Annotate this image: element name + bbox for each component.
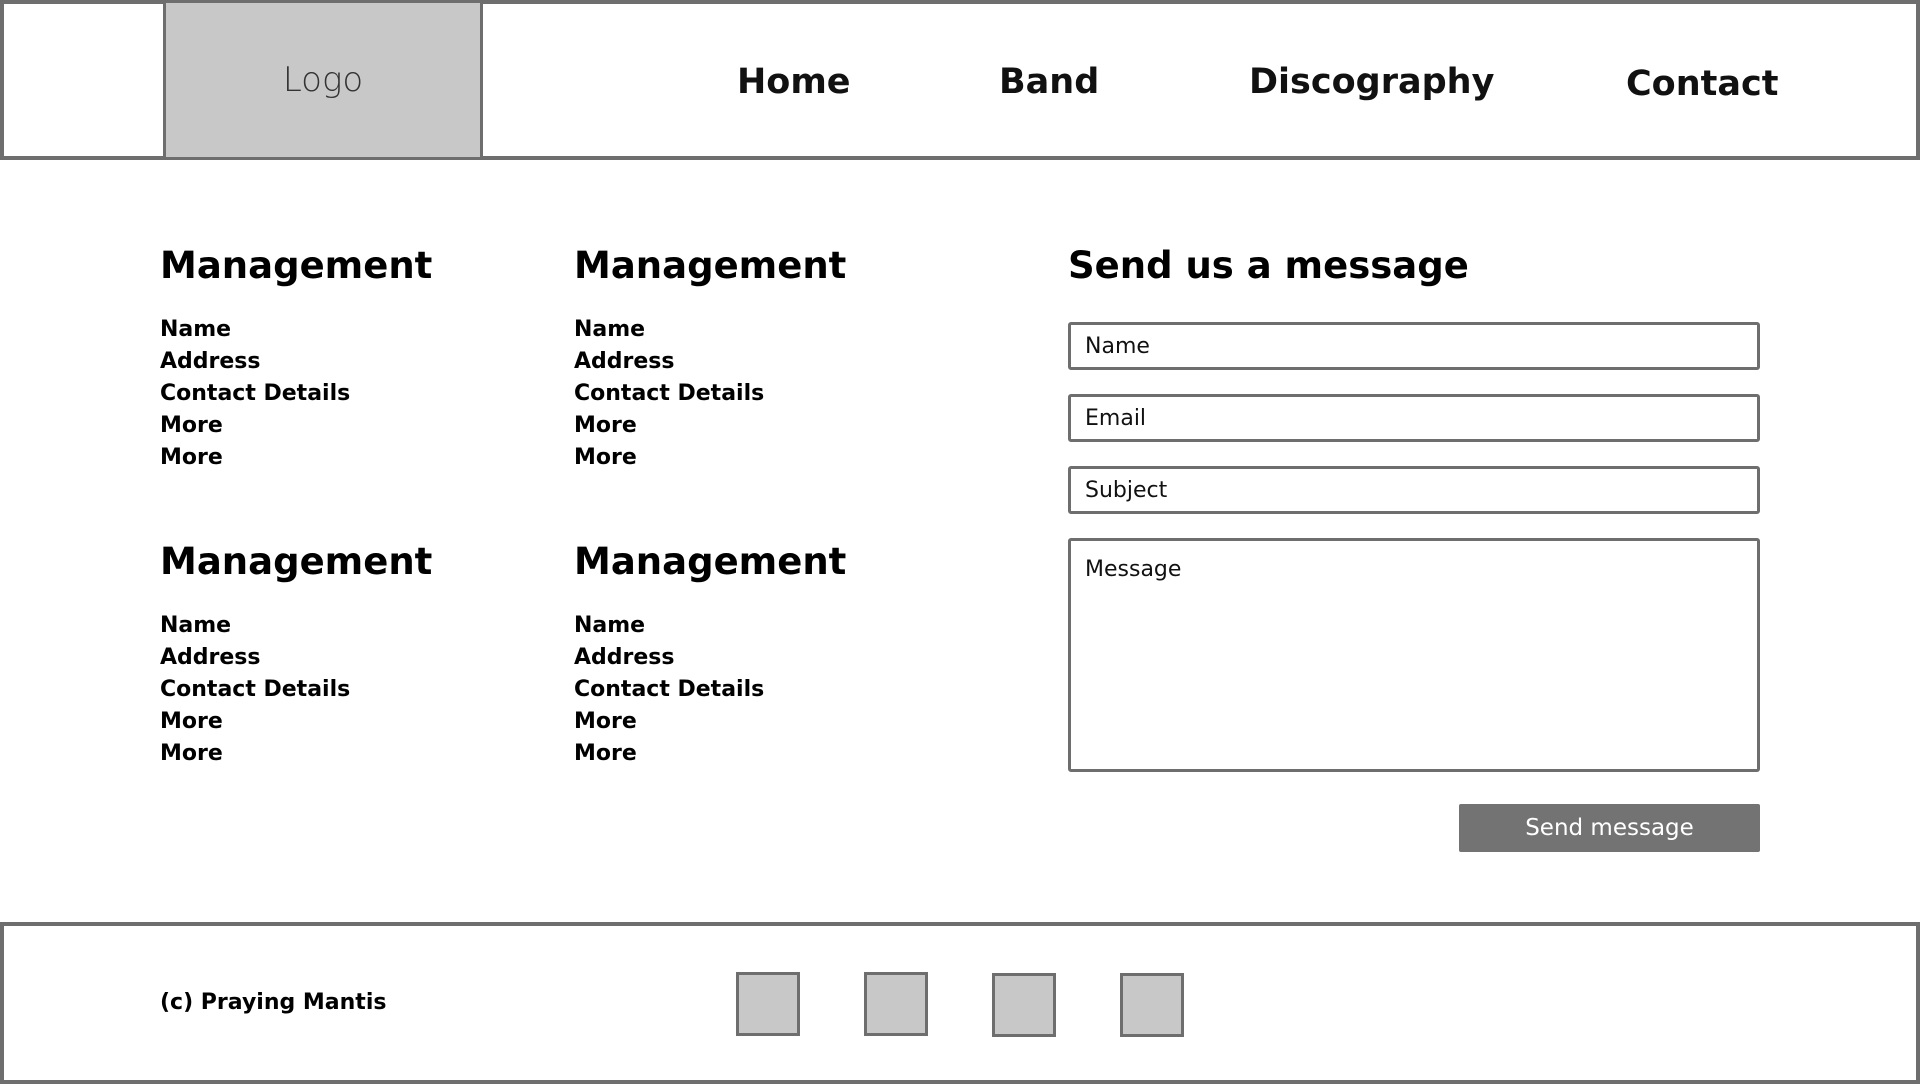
management-list: Name Address Contact Details More More [574,314,954,474]
management-list: Name Address Contact Details More More [574,610,954,770]
management-item: Name [574,317,646,342]
social-icon-2[interactable] [864,972,928,1036]
subject-input[interactable] [1068,466,1760,514]
management-item: Name [160,317,232,342]
management-item: More [574,413,637,438]
management-item: Name [160,613,232,638]
management-item: More [160,709,223,734]
management-item: More [160,445,223,470]
management-heading: Management [160,540,433,583]
social-icon-3[interactable] [992,973,1056,1037]
social-icon-1[interactable] [736,972,800,1036]
management-list: Name Address Contact Details More More [160,314,540,474]
logo[interactable]: Logo [163,0,483,160]
management-item: More [574,445,637,470]
management-block: Management Name Address Contact Details … [574,540,954,770]
site-footer: (c) Praying Mantis [0,922,1920,1084]
management-item: More [574,741,637,766]
social-icon-4[interactable] [1120,973,1184,1037]
email-input[interactable] [1068,394,1760,442]
management-item: Address [574,645,675,670]
message-textarea[interactable] [1068,538,1760,772]
management-item: More [160,413,223,438]
management-heading: Management [574,244,847,287]
management-item: Name [574,613,646,638]
management-item: Address [574,349,675,374]
nav-discography[interactable]: Discography [1249,62,1494,102]
form-title: Send us a message [1068,244,1469,287]
management-item: Contact Details [160,381,351,406]
management-heading: Management [160,244,433,287]
copyright-text: (c) Praying Mantis [160,990,387,1015]
management-item: Address [160,645,261,670]
management-item: Contact Details [574,381,765,406]
management-list: Name Address Contact Details More More [160,610,540,770]
management-heading: Management [574,540,847,583]
name-input[interactable] [1068,322,1760,370]
management-item: Contact Details [574,677,765,702]
management-item: Contact Details [160,677,351,702]
management-block: Management Name Address Contact Details … [160,540,540,770]
site-header: Logo Home Band Discography Contact [0,0,1920,160]
management-block: Management Name Address Contact Details … [160,244,540,474]
nav-band[interactable]: Band [999,62,1099,102]
send-message-button[interactable]: Send message [1459,804,1760,852]
management-item: More [574,709,637,734]
nav-home[interactable]: Home [737,62,851,102]
nav-contact[interactable]: Contact [1626,64,1778,104]
management-block: Management Name Address Contact Details … [574,244,954,474]
management-item: Address [160,349,261,374]
management-item: More [160,741,223,766]
